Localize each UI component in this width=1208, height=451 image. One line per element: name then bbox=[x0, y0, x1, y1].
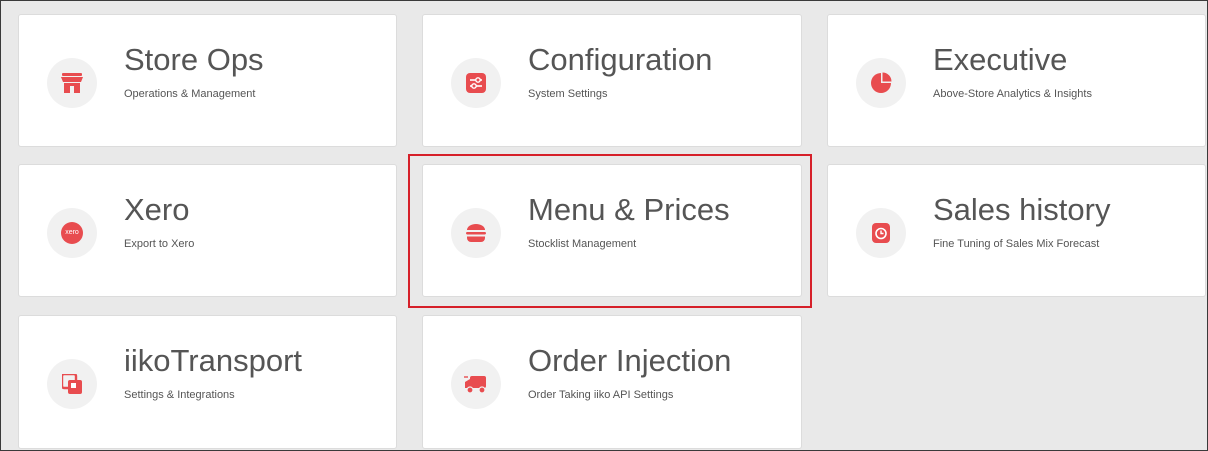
tile-order-injection[interactable]: Order Injection Order Taking iiko API Se… bbox=[422, 315, 802, 449]
dashboard-grid: Store Ops Operations & Management Config… bbox=[0, 0, 1208, 451]
xero-logo-text: xero bbox=[61, 221, 83, 244]
tile-subtitle: Settings & Integrations bbox=[124, 389, 235, 401]
pie-chart-icon bbox=[856, 57, 906, 108]
tile-title: Sales history bbox=[933, 192, 1111, 227]
delivery-truck-icon bbox=[451, 359, 501, 409]
tile-sales-history[interactable]: Sales history Fine Tuning of Sales Mix F… bbox=[827, 164, 1206, 297]
tile-configuration[interactable]: Configuration System Settings bbox=[422, 14, 802, 147]
store-icon bbox=[47, 57, 97, 108]
tile-subtitle: Fine Tuning of Sales Mix Forecast bbox=[933, 238, 1100, 250]
tile-subtitle: Order Taking iiko API Settings bbox=[528, 389, 674, 401]
tile-subtitle: System Settings bbox=[528, 88, 608, 100]
burger-icon bbox=[451, 207, 501, 258]
squares-icon bbox=[47, 359, 97, 409]
tile-xero[interactable]: xero Xero Export to Xero bbox=[18, 164, 397, 297]
clock-icon bbox=[856, 207, 906, 258]
tile-title: Xero bbox=[124, 192, 190, 227]
tile-store-ops[interactable]: Store Ops Operations & Management bbox=[18, 14, 397, 147]
tile-title: Configuration bbox=[528, 42, 713, 77]
tile-title: iikoTransport bbox=[124, 343, 303, 378]
tile-title: Executive bbox=[933, 42, 1068, 77]
tile-executive[interactable]: Executive Above-Store Analytics & Insigh… bbox=[827, 14, 1206, 147]
tile-menu-prices[interactable]: Menu & Prices Stocklist Management bbox=[422, 164, 802, 297]
tile-iikotransport[interactable]: iikoTransport Settings & Integrations bbox=[18, 315, 397, 449]
sliders-icon bbox=[451, 57, 501, 108]
tile-subtitle: Stocklist Management bbox=[528, 238, 637, 250]
tile-subtitle: Export to Xero bbox=[124, 238, 195, 250]
xero-logo-icon: xero bbox=[47, 207, 97, 258]
tile-title: Store Ops bbox=[124, 42, 264, 77]
tile-title: Menu & Prices bbox=[528, 192, 730, 227]
tile-subtitle: Operations & Management bbox=[124, 88, 256, 100]
tile-subtitle: Above-Store Analytics & Insights bbox=[933, 88, 1092, 100]
tile-title: Order Injection bbox=[528, 343, 732, 378]
